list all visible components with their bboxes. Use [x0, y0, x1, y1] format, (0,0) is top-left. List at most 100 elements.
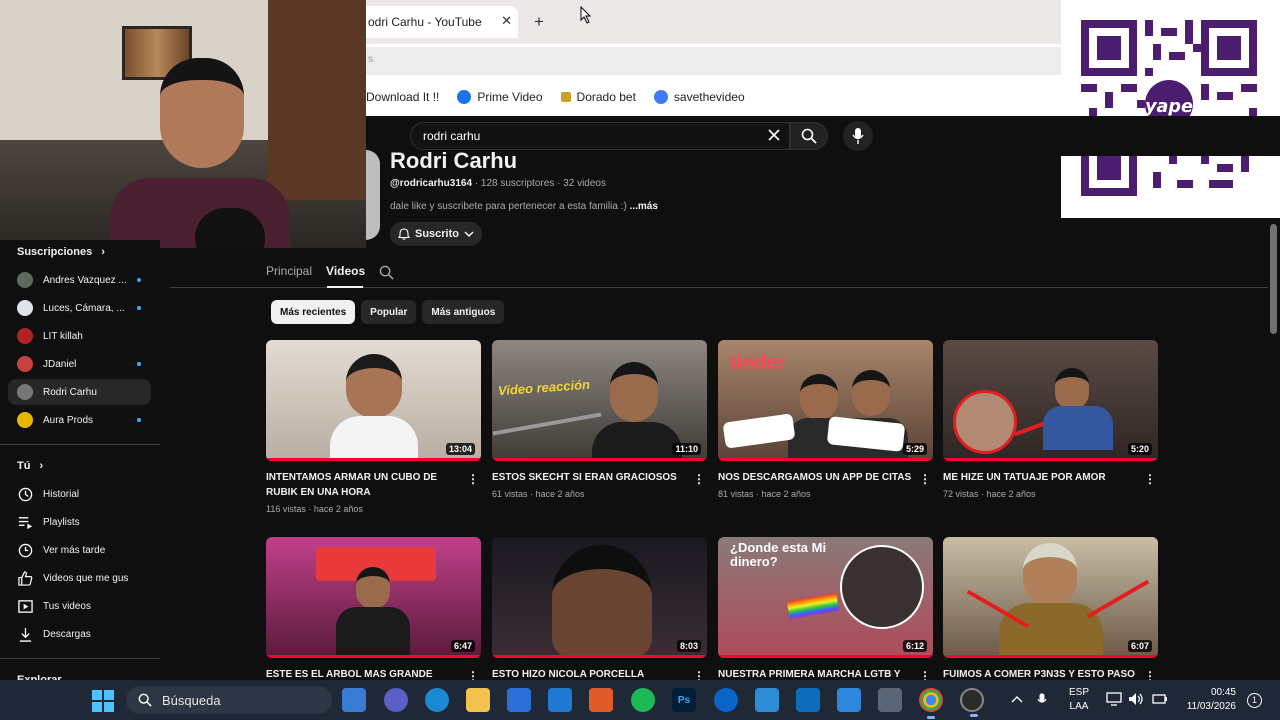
chip-oldest[interactable]: Más antiguos [422, 300, 505, 324]
video-card[interactable]: 13:04 INTENTAMOS ARMAR UN CUBO DE RUBIK … [266, 340, 481, 514]
sidebar-item-andres-vazquez[interactable]: Andres Vazquez ... [8, 267, 151, 293]
notification-badge[interactable]: 1 [1247, 693, 1262, 708]
sidebar-item-playlists[interactable]: Playlists [8, 509, 151, 535]
video-card[interactable]: Video reacción 11:10 ESTOS SKECHT SI ERA… [492, 340, 707, 499]
channel-handle[interactable]: @rodricarhu3164 [390, 178, 472, 189]
microphone-icon[interactable] [1037, 692, 1047, 708]
media-player-icon[interactable] [589, 688, 613, 712]
taskbar-search[interactable]: Búsqueda [126, 686, 332, 714]
video-thumbnail[interactable]: ¿Donde esta Mi dinero? 6:12 [718, 537, 933, 658]
video-thumbnail[interactable]: 6:07 [943, 537, 1158, 658]
more-options-icon[interactable]: ⋮ [693, 472, 705, 486]
channel-avatar[interactable] [366, 150, 380, 240]
sidebar-item-rodri-carhu[interactable]: Rodri Carhu [8, 379, 151, 405]
chevron-up-icon[interactable] [1011, 694, 1023, 704]
sidebar-item-jdaniel[interactable]: JDaniel [8, 351, 151, 377]
video-thumbnail[interactable]: 13:04 [266, 340, 481, 461]
more-options-icon[interactable]: ⋮ [467, 472, 479, 486]
new-tab-button[interactable]: + [534, 12, 544, 32]
chip-popular[interactable]: Popular [361, 300, 417, 324]
video-card[interactable]: 8:03 ESTO HIZO NICOLA PORCELLA ⋮ [492, 537, 707, 683]
obs-icon[interactable] [960, 688, 984, 717]
video-card[interactable]: 6:07 FUIMOS A COMER P3N3S Y ESTO PASO ⋮ [943, 537, 1158, 683]
scrollbar-thumb[interactable] [1270, 224, 1277, 334]
thumbs-up-icon [17, 570, 33, 586]
file-explorer-icon[interactable] [466, 688, 490, 712]
sidebar-item-label: Luces, Cámara, ... [43, 302, 125, 314]
video-thumbnail[interactable]: Video reacción 11:10 [492, 340, 707, 461]
teams-icon[interactable] [384, 688, 408, 712]
channel-search-icon[interactable] [379, 265, 394, 280]
subscribed-button[interactable]: Suscrito [390, 222, 482, 246]
sidebar-item-luces-camara[interactable]: Luces, Cámara, ... [8, 295, 151, 321]
video-title[interactable]: INTENTAMOS ARMAR UN CUBO DE RUBIK EN UNA… [266, 470, 461, 517]
spotify-icon[interactable] [631, 688, 655, 712]
sidebar-item-history[interactable]: Historial [8, 481, 151, 507]
taskbar-clock[interactable]: 00:45 11/03/2026 [1180, 686, 1236, 714]
video-card[interactable]: ¿Donde esta Mi dinero? 6:12 NUESTRA PRIM… [718, 537, 933, 683]
bookmark-item[interactable]: Dorado bet [560, 90, 636, 104]
outlook-icon[interactable] [796, 688, 820, 712]
language-indicator[interactable]: ESP LAA [1066, 686, 1092, 714]
sidebar-item-lit-killah[interactable]: LIT killah [8, 323, 151, 349]
more-options-icon[interactable]: ⋮ [919, 472, 931, 486]
video-title[interactable]: ESTOS SKECHT SI ERAN GRACIOSOS 61 vistas… [492, 470, 687, 502]
video-title[interactable]: ME HIZE UN TATUAJE POR AMOR 72 vistas · … [943, 470, 1138, 502]
calendar-icon[interactable] [837, 688, 861, 712]
network-icon[interactable] [1106, 692, 1122, 706]
clear-search-icon[interactable] [768, 129, 780, 141]
video-thumbnail[interactable]: 8:03 [492, 537, 707, 658]
video-card[interactable]: tinder 5:29 NOS DESCARGAMOS UN APP DE CI… [718, 340, 933, 499]
chrome-icon[interactable] [919, 688, 943, 719]
sidebar-item-aura-prods[interactable]: Aura Prods [8, 407, 151, 433]
video-thumbnail[interactable]: tinder 5:29 [718, 340, 933, 461]
volume-icon[interactable] [1128, 692, 1144, 706]
tab-videos[interactable]: Videos [326, 264, 365, 288]
sidebar-item-liked-videos[interactable]: Videos que me gus... [8, 565, 151, 591]
sidebar-divider [0, 658, 160, 659]
microsoft-store-icon[interactable] [507, 688, 531, 712]
windows-start-icon[interactable] [92, 690, 114, 712]
bookmark-item[interactable]: Download It !! [366, 90, 439, 104]
more-link[interactable]: ...más [630, 201, 658, 212]
sidebar-item-watch-later[interactable]: Ver más tarde [8, 537, 151, 563]
explore-header: Explorar [17, 674, 62, 680]
photoshop-icon[interactable]: Ps [672, 688, 696, 712]
meta-separator: · [472, 178, 481, 189]
mail-icon[interactable] [548, 688, 572, 712]
calculator-icon[interactable] [878, 688, 902, 712]
chip-most-recent[interactable]: Más recientes [271, 300, 356, 324]
you-header[interactable]: Tú › [17, 460, 43, 472]
notepad-icon[interactable] [755, 688, 779, 712]
sidebar-item-your-videos[interactable]: Tus videos [8, 593, 151, 619]
address-bar[interactable]: s [366, 47, 1061, 75]
clock-date: 11/03/2026 [1186, 701, 1236, 712]
video-card[interactable]: 5:20 ME HIZE UN TATUAJE POR AMOR 72 vist… [943, 340, 1158, 499]
battery-icon[interactable] [1152, 692, 1168, 706]
sidebar-item-downloads[interactable]: Descargas [8, 621, 151, 647]
channel-avatar [17, 272, 33, 288]
video-title[interactable]: NOS DESCARGAMOS UN APP DE CITAS 81 vista… [718, 470, 913, 502]
video-thumbnail[interactable]: 6:47 [266, 537, 481, 658]
task-view-icon[interactable] [342, 688, 366, 712]
edge-icon[interactable] [425, 688, 449, 712]
video-card[interactable]: 6:47 ESTE ES EL ARBOL MAS GRANDE ⋮ [266, 537, 481, 683]
bookmark-item[interactable]: savethevideo [653, 90, 745, 104]
thumbnail-caption: tinder [730, 352, 786, 374]
onedrive-icon[interactable] [714, 688, 738, 712]
browser-tab[interactable]: odri Carhu - YouTube ✕ [366, 6, 518, 38]
thumbnail-arrow [1086, 579, 1150, 619]
video-thumbnail[interactable]: 5:20 [943, 340, 1158, 461]
thumbnail-shirt [330, 416, 418, 461]
channel-description: dale like y suscribete para pertenecer a… [390, 201, 658, 212]
tab-close-icon[interactable]: ✕ [501, 13, 512, 29]
sidebar: Suscripciones › Andres Vazquez ... Luces… [0, 240, 160, 680]
search-button[interactable] [790, 122, 828, 150]
voice-search-button[interactable] [843, 121, 873, 151]
subscriptions-header[interactable]: Suscripciones › [17, 246, 105, 258]
tab-principal[interactable]: Principal [266, 264, 312, 288]
page-scrollbar[interactable] [1268, 218, 1280, 680]
meta-separator: · [554, 178, 564, 189]
bookmark-item[interactable]: Prime Video [457, 90, 543, 104]
more-options-icon[interactable]: ⋮ [1144, 472, 1156, 486]
